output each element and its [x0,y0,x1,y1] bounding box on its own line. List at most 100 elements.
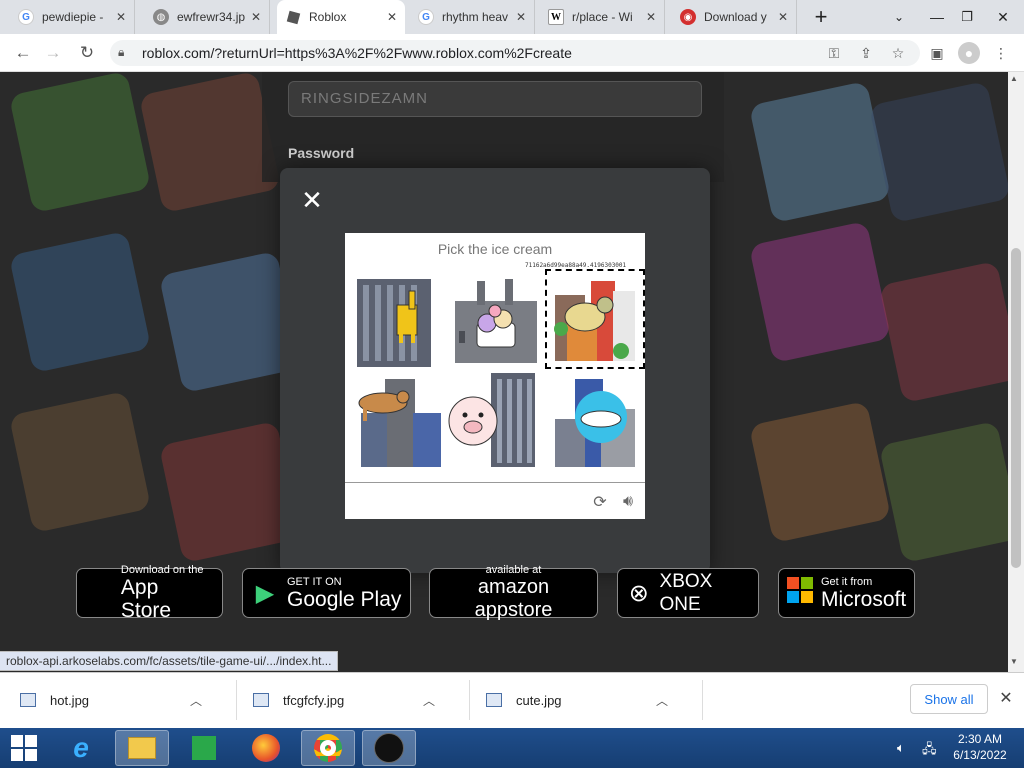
download-filename: cute.jpg [516,692,562,708]
file-explorer-button[interactable] [115,730,169,766]
restore-button[interactable]: ❐ [950,0,984,34]
volume-muted-icon[interactable]: 🔈︎ [897,740,905,756]
password-label: Password [288,145,355,161]
profile-avatar[interactable]: ● [958,42,980,64]
google-play-icon: ▶ [255,579,275,607]
network-icon[interactable]: 🖧︎ [922,740,937,762]
close-tab-icon[interactable]: ✕ [778,10,788,24]
close-window-button[interactable]: ✕ [986,0,1020,34]
background-game-tile [138,72,282,214]
tab-pewdiepie[interactable]: G pewdiepie - ✕ [10,0,135,34]
background-game-tile [748,220,892,364]
background-game-tile [748,400,892,544]
google-play-badge[interactable]: ▶ GET IT ON Google Play [242,568,411,618]
refresh-icon[interactable]: ⟳ [590,492,610,512]
chevron-up-icon[interactable]: ︿ [423,692,435,709]
system-clock[interactable]: 2:30 AM 6/13/2022 [950,731,1010,763]
google-icon: G [418,9,434,25]
close-tab-icon[interactable]: ✕ [116,10,126,24]
amazon-appstore-badge[interactable]: available at amazon appstore [429,564,598,621]
tab-r-place[interactable]: W r/place - Wi ✕ [540,0,665,34]
internet-explorer-icon: e [73,732,89,763]
new-tab-button[interactable]: + [804,0,838,34]
side-panel-icon[interactable]: ▣ [926,42,948,64]
key-icon[interactable]: ⚿ [823,42,845,64]
scrollbar-thumb[interactable] [1011,248,1021,568]
windows-icon [11,735,37,761]
badge-large-text: App Store [120,576,172,622]
captcha-tile-ice-cream[interactable] [447,271,545,369]
download-filename: tfcgfcfy.jpg [283,692,345,708]
chevron-up-icon[interactable]: ︿ [656,692,668,709]
app-store-badge[interactable]: Download on the App Store [76,564,223,622]
tab-roblox[interactable]: Roblox ✕ [277,0,405,34]
bookmark-star-icon[interactable]: ☆ [887,42,909,64]
wikipedia-icon: W [548,9,564,25]
firefox-button[interactable] [239,730,293,766]
captcha-tile-camel[interactable] [349,369,447,467]
close-tab-icon[interactable]: ✕ [387,10,397,24]
tab-title: ewfrewr34.jp [177,10,245,24]
tab-rhythm-heaven[interactable]: G rhythm heav ✕ [410,0,535,34]
captcha-tile-pig[interactable] [447,369,545,467]
chrome-button[interactable] [301,730,355,766]
share-icon[interactable]: ⇪ [855,42,877,64]
captcha-prompt: Pick the ice cream [437,241,553,257]
microsoft-badge[interactable]: Get it from Microsoft [778,568,915,618]
forward-button[interactable]: → [40,40,66,66]
image-file-icon [486,693,502,707]
chevron-up-icon[interactable]: ︿ [190,692,202,709]
store-icon [192,736,216,760]
giraffe-building-image [357,279,431,367]
firefox-icon [252,734,280,762]
camel-building-image [358,379,441,467]
background-game-tile [878,420,1008,564]
xbox-icon: ⊗ [628,579,649,607]
lock-icon[interactable]: 🔒︎ [118,45,124,60]
close-tab-icon[interactable]: ✕ [516,10,526,24]
captcha-tile-shark[interactable] [545,369,643,467]
scroll-up-icon[interactable]: ▲ [1010,74,1018,83]
store-button[interactable] [177,730,231,766]
start-button[interactable] [0,730,48,766]
background-game-tile [8,390,152,534]
close-tab-icon[interactable]: ✕ [251,10,261,24]
image-file-icon [20,693,36,707]
xbox-one-badge[interactable]: ⊗ XBOX ONE [617,568,759,618]
download-item[interactable]: hot.jpg ︿ [0,672,202,728]
close-tab-icon[interactable]: ✕ [646,10,656,24]
badge-small-text: Download on the [120,564,204,576]
close-downloads-icon[interactable]: ✕ [996,688,1016,708]
tab-title: rhythm heav [442,10,509,24]
back-button[interactable]: ← [10,40,36,66]
ice-cream-factory-image [455,279,537,363]
download-filename: hot.jpg [50,692,90,708]
background-game-tile [748,80,892,224]
badge-small-text: GET IT ON [287,575,342,588]
download-item[interactable]: tfcgfcfy.jpg ︿ [233,672,435,728]
background-game-tile [8,230,152,374]
app-button[interactable] [362,730,416,766]
download-separator [702,680,703,720]
tab-ewfrewr34[interactable]: ◍ ewfrewr34.jp ✕ [145,0,270,34]
turtle-buildings-image [554,281,635,361]
reload-button[interactable]: ↻ [74,40,100,66]
internet-explorer-button[interactable]: e [54,730,108,766]
audio-icon[interactable]: 🔊︎ [618,492,638,512]
download-item[interactable]: cute.jpg ︿ [466,672,668,728]
tab-search-chevron-icon[interactable]: ⌄ [882,0,916,34]
image-file-icon [253,693,269,707]
username-input[interactable]: RINGSIDEZAMN [288,81,702,117]
tab-download[interactable]: ◉ Download y ✕ [672,0,797,34]
scroll-down-icon[interactable]: ▼ [1010,657,1018,666]
captcha-tile-giraffe[interactable] [349,271,447,369]
clock-date: 6/13/2022 [953,748,1007,762]
captcha-session-hash: 71162a6d99ea88a49.4196303001 [525,262,627,269]
minimize-button[interactable]: — [920,0,954,34]
url-text[interactable]: roblox.com/?returnUrl=https%3A%2F%2Fwww.… [142,45,572,61]
show-all-button[interactable]: Show all [910,684,988,714]
close-icon[interactable]: ✕ [300,187,324,213]
menu-icon[interactable]: ⋮ [990,42,1012,64]
captcha-tile-turtle[interactable] [545,269,645,369]
badge-large-text: Google Play [287,587,402,611]
